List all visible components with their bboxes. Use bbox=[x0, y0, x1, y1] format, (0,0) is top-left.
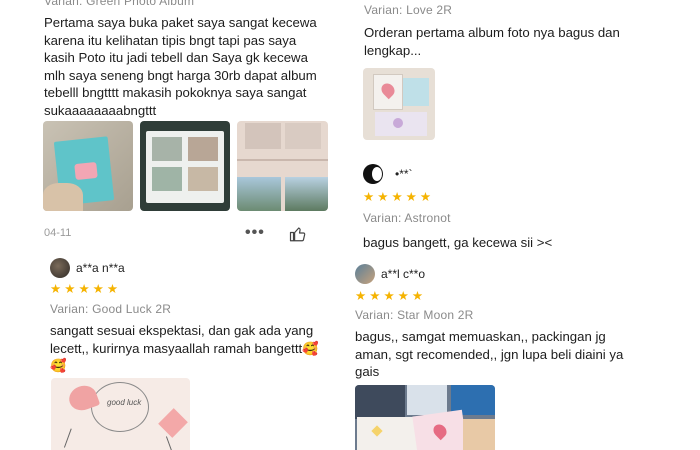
star-icon: ★ bbox=[405, 190, 417, 204]
star-icon: ★ bbox=[419, 190, 432, 204]
avatar[interactable] bbox=[355, 264, 375, 284]
reviewer-name: a**a n**a bbox=[76, 261, 125, 275]
review-photo[interactable]: good luck bbox=[51, 378, 190, 450]
hand bbox=[43, 183, 83, 211]
star-icon: ★ bbox=[78, 282, 90, 296]
star-icon: ★ bbox=[383, 289, 395, 303]
reviewer-row: a**a n**a bbox=[50, 258, 125, 278]
variant-label: Varian: Good Luck 2R bbox=[50, 302, 172, 316]
review-text: Orderan pertama album foto nya bagus dan… bbox=[364, 24, 664, 59]
avatar[interactable] bbox=[363, 164, 383, 184]
review-text-line: Pertama saya buka paket saya sangat kece… bbox=[44, 15, 317, 30]
star-icon: ★ bbox=[377, 190, 389, 204]
more-options-button[interactable]: ••• bbox=[245, 224, 265, 242]
star-icon: ★ bbox=[391, 190, 403, 204]
more-horizontal-icon: ••• bbox=[245, 224, 265, 241]
review-text-line: bagus bangett, ga kecewa sii >< bbox=[363, 235, 553, 250]
review-footer: 04-11 bbox=[44, 227, 71, 239]
review-text-line: tebelll bngtttt makasih pokoknya saya sa… bbox=[44, 85, 307, 100]
star-icon: ★ bbox=[92, 282, 104, 296]
photo-caption: good luck bbox=[107, 398, 142, 407]
review-text-line: gais bbox=[355, 364, 380, 379]
review-photo[interactable] bbox=[43, 121, 133, 211]
reviewer-row: a**l c**o bbox=[355, 264, 425, 284]
camera-illustration bbox=[74, 161, 98, 181]
review-text-line: lengkap... bbox=[364, 42, 422, 58]
review-text-line: sukaaaaaaaabngttt bbox=[44, 102, 157, 118]
star-icon: ★ bbox=[106, 282, 119, 296]
star-icon: ★ bbox=[64, 282, 76, 296]
variant-label: Varian: Love 2R bbox=[364, 3, 453, 17]
review-photo[interactable] bbox=[363, 68, 435, 140]
review-text: sangatt sesuai ekspektasi, dan gak ada y… bbox=[50, 322, 340, 375]
review-photo[interactable] bbox=[237, 121, 328, 211]
review-photo[interactable] bbox=[355, 385, 495, 450]
review-text-line: kasih Poto itu jadi tebell dan Saya gk k… bbox=[44, 50, 308, 65]
variant-label: Varian: Green Photo Album bbox=[44, 0, 195, 8]
star-rating: ★ ★ ★ ★ ★ bbox=[355, 289, 424, 303]
variant-label: Varian: Star Moon 2R bbox=[355, 308, 474, 322]
like-button[interactable] bbox=[289, 225, 307, 243]
review-text-line: karena itu kelihatan tipis bngt tapi pas… bbox=[44, 32, 297, 48]
review-photo[interactable] bbox=[140, 121, 230, 211]
avatar[interactable] bbox=[50, 258, 70, 278]
star-icon: ★ bbox=[355, 289, 367, 303]
star-icon: ★ bbox=[411, 289, 424, 303]
review-text-line: mlh saya seneng bngt harga 30rb dapat al… bbox=[44, 67, 317, 83]
star-icon: ★ bbox=[50, 282, 62, 296]
star-rating: ★ ★ ★ ★ ★ bbox=[50, 282, 119, 296]
review-text-line: Orderan pertama album foto nya bagus dan bbox=[364, 25, 620, 40]
star-icon: ★ bbox=[369, 289, 381, 303]
review-text: bagus bangett, ga kecewa sii >< bbox=[363, 234, 663, 252]
reviewer-name: a**l c**o bbox=[381, 267, 426, 281]
star-rating: ★ ★ ★ ★ ★ bbox=[363, 190, 432, 204]
review-text-line: sangatt sesuai ekspektasi, dan gak ada y… bbox=[50, 323, 314, 338]
reviewer-name: •**` bbox=[395, 167, 413, 181]
review-text: bagus,, samgat memuaskan,, packingan jg … bbox=[355, 328, 665, 381]
star-icon: ★ bbox=[397, 289, 409, 303]
review-date: 04-11 bbox=[44, 227, 72, 239]
review-text-line: 🥰 bbox=[50, 358, 67, 373]
review-text: Pertama saya buka paket saya sangat kece… bbox=[44, 14, 344, 119]
thumb-up-icon bbox=[289, 227, 306, 242]
review-text-line: aman, sgt recomended,, jgn lupa beli dia… bbox=[355, 346, 624, 362]
star-icon: ★ bbox=[363, 190, 375, 204]
variant-label: Varian: Astronot bbox=[363, 211, 451, 225]
reviewer-row: •**` bbox=[363, 164, 413, 184]
review-text-line: bagus,, samgat memuaskan,, packingan jg bbox=[355, 329, 606, 344]
review-text-line: lecett,, kurirnya masyaallah ramah bange… bbox=[50, 340, 319, 356]
